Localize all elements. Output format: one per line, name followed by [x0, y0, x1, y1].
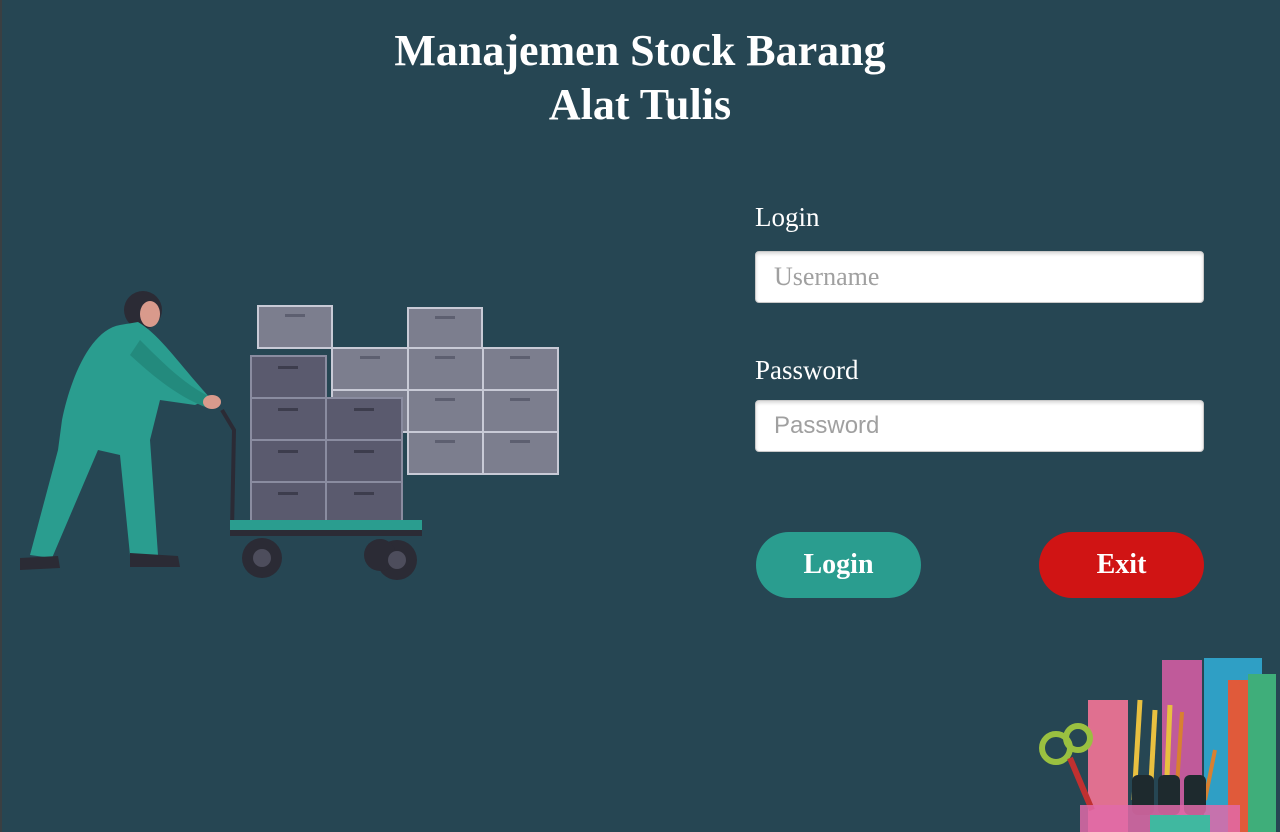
worker-pushing-cart-illustration: [20, 291, 559, 580]
exit-button[interactable]: Exit: [1039, 532, 1204, 598]
username-label: Login: [755, 202, 820, 232]
username-input[interactable]: [755, 251, 1204, 303]
password-label: Password: [755, 355, 859, 385]
password-input[interactable]: [755, 400, 1204, 452]
login-button[interactable]: Login: [756, 532, 921, 598]
